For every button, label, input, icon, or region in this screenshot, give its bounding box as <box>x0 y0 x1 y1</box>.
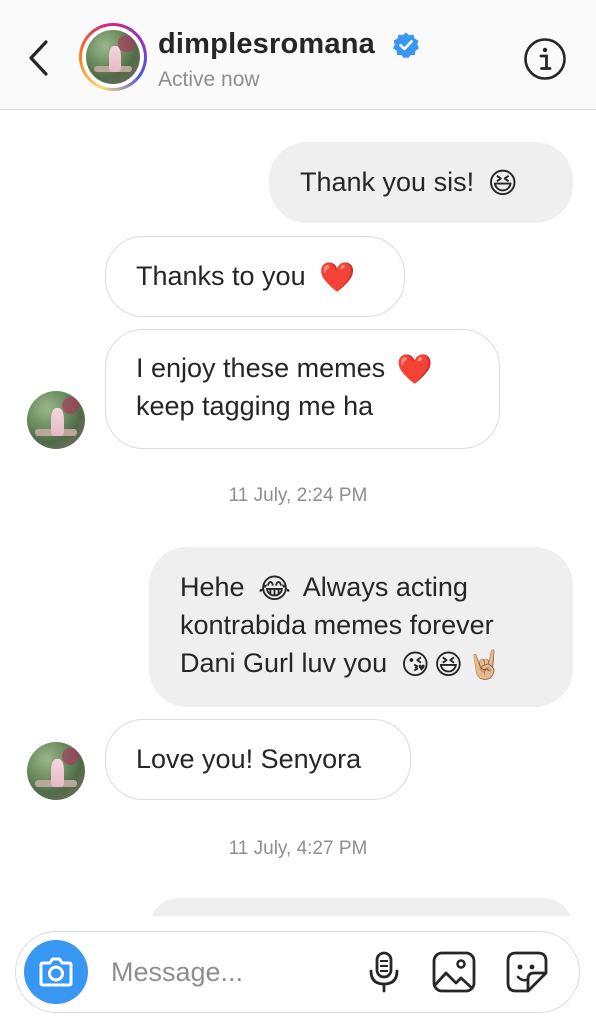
avatar-figure <box>51 408 65 437</box>
grinning-squinting-emoji: 😆 <box>487 166 518 201</box>
direct-message-screen: dimplesromana Active now Thank you sis! … <box>0 0 596 1024</box>
message-text-line: kontrabida memes forever <box>180 610 494 640</box>
verified-badge-icon <box>393 32 419 59</box>
info-icon <box>524 38 566 80</box>
message-bubble-outgoing[interactable]: Hehe 😂 Always acting kontrabida memes fo… <box>149 547 573 707</box>
message-text: Thank you sis! <box>300 167 475 197</box>
avatar-image <box>27 391 85 449</box>
chevron-left-icon <box>29 40 48 76</box>
message-bubble-incoming[interactable]: Love you! Senyora <box>105 719 411 800</box>
avatar-flower <box>118 35 135 52</box>
avatar-flower <box>61 396 80 415</box>
message-text: Dani Gurl luv you <box>180 648 388 678</box>
red-heart-emoji: ❤️ <box>396 352 433 387</box>
message-timestamp: 11 July, 4:27 PM <box>228 838 368 859</box>
camera-button[interactable] <box>24 940 88 1004</box>
voice-message-button[interactable] <box>361 949 407 995</box>
message-text: Love you! Senyora <box>136 744 362 774</box>
red-heart-emoji: ❤️ <box>319 260 356 295</box>
message-text-line: keep tagging me ha <box>136 391 374 421</box>
microphone-icon <box>369 951 399 993</box>
back-button[interactable] <box>22 36 58 80</box>
message-bubble-incoming[interactable]: Thanks to you ❤️ <box>105 236 405 317</box>
image-icon <box>432 951 476 993</box>
message-input[interactable] <box>111 952 341 992</box>
profile-avatar[interactable] <box>79 23 147 91</box>
sender-avatar[interactable] <box>27 742 85 800</box>
message-text-line: I enjoy these memes <box>136 353 386 383</box>
kiss-grin-rock-emojis: 😘😆🤘🏼 <box>400 647 506 681</box>
camera-icon <box>39 957 73 987</box>
active-status: Active now <box>158 68 260 91</box>
message-bubble-incoming[interactable]: I enjoy these memes ❤️ keep tagging me h… <box>105 329 500 449</box>
avatar-figure <box>51 759 65 788</box>
avatar-image <box>86 30 140 84</box>
avatar-figure <box>108 46 121 73</box>
avatar-flower <box>61 747 80 766</box>
message-bubble-outgoing[interactable]: Thank you sis! 😆 <box>269 142 573 223</box>
message-text: Thanks to you <box>136 261 306 291</box>
sticker-button[interactable] <box>504 949 550 995</box>
message-timestamp: 11 July, 2:24 PM <box>228 485 368 506</box>
message-composer <box>15 931 580 1013</box>
message-text: Hehe <box>180 572 245 602</box>
gallery-button[interactable] <box>431 949 477 995</box>
message-text: Always acting <box>302 572 468 602</box>
sticker-icon <box>506 951 548 993</box>
info-button[interactable] <box>523 37 567 81</box>
sender-avatar[interactable] <box>27 391 85 449</box>
username[interactable]: dimplesromana <box>158 28 375 61</box>
chat-header: dimplesromana Active now <box>0 0 596 110</box>
tears-of-joy-emoji: 😂 <box>258 571 291 605</box>
avatar-image <box>27 742 85 800</box>
